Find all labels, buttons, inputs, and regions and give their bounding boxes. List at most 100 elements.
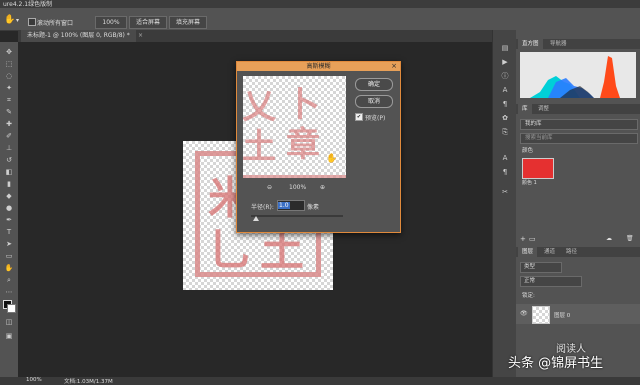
library-search[interactable]: 搜索当前库 xyxy=(520,133,638,144)
seal-char: 土 xyxy=(243,127,276,167)
background-color-swatch[interactable] xyxy=(7,304,16,313)
close-icon[interactable]: × xyxy=(390,62,398,71)
stamp-tool-icon[interactable]: ⊥ xyxy=(4,144,14,152)
lasso-tool-icon[interactable]: ◌ xyxy=(4,72,14,80)
move-tool-icon[interactable]: ✥ xyxy=(4,48,14,56)
tab-channels[interactable]: 通道 xyxy=(540,247,559,257)
tab-layers[interactable]: 图层 xyxy=(518,247,538,257)
paragraph-icon[interactable]: ¶ xyxy=(500,100,510,108)
marquee-tool-icon[interactable]: ⬚ xyxy=(4,60,14,68)
more-tools-icon[interactable]: ⋯ xyxy=(4,288,14,296)
character-icon[interactable]: A xyxy=(500,86,510,94)
layer-thumbnail xyxy=(532,306,550,324)
hand-cursor-icon: ✋ xyxy=(326,154,338,164)
cloud-icon[interactable]: ☁ xyxy=(606,235,612,242)
delete-icon[interactable]: 🗑 xyxy=(626,235,634,242)
right-panels: 直方图 导航器 库 调整 我的库 搜索当前库 颜色 颜色 1 + ▭ ☁ 🗑 图… xyxy=(516,30,640,377)
chevron-down-icon[interactable]: ▾ xyxy=(16,17,19,24)
document-tab[interactable]: 未标题-1 @ 100% (图层 0, RGB/8) * xyxy=(21,30,136,42)
dialog-title: 高斯模糊 xyxy=(237,62,400,71)
layer-name: 图层 0 xyxy=(554,313,571,319)
add-library-icon[interactable]: + xyxy=(520,235,526,243)
status-bar: 100% 文档:1.03M/1.37M xyxy=(0,377,640,385)
tab-navigator[interactable]: 导航器 xyxy=(546,39,571,49)
tab-libraries[interactable]: 库 xyxy=(518,104,532,114)
radius-input[interactable]: 1.0 xyxy=(277,200,305,211)
gaussian-blur-dialog: 高斯模糊 × 乂 卜 土 章 ✋ 确定 取消 ✔ 预览(P) ⊖ 100% ⊕ … xyxy=(236,61,401,233)
play-icon[interactable]: ▶ xyxy=(500,58,510,66)
gradient-tool-icon[interactable]: ▮ xyxy=(4,180,14,188)
doc-info: 文档:1.03M/1.37M xyxy=(64,379,113,385)
options-bar: ✋ ▾ 滚动所有窗口 100% 适合屏幕 填充屏幕 xyxy=(0,8,640,31)
history-icon[interactable]: ▤ xyxy=(500,44,510,52)
path-select-icon[interactable]: ➤ xyxy=(4,240,14,248)
histogram-red xyxy=(600,56,620,98)
watermark-sub: 阅读人 xyxy=(556,344,586,355)
status-zoom: 100% xyxy=(26,377,42,383)
character-icon[interactable]: A xyxy=(500,154,510,162)
dodge-tool-icon[interactable]: ● xyxy=(4,204,14,212)
zoom-100-button[interactable]: 100% xyxy=(95,16,127,29)
hand-tool-icon[interactable]: ✋ xyxy=(4,264,14,272)
library-tabs: 库 调整 xyxy=(516,104,640,114)
healing-brush-icon[interactable]: ✚ xyxy=(4,120,14,128)
fit-screen-button[interactable]: 适合屏幕 xyxy=(129,16,167,29)
zoom-out-icon[interactable]: ⊖ xyxy=(267,184,272,191)
zoom-tool-icon[interactable]: ⌕ xyxy=(4,276,14,284)
blend-mode-select[interactable]: 正常 xyxy=(520,276,582,287)
blur-tool-icon[interactable]: ◆ xyxy=(4,192,14,200)
folder-icon[interactable]: ▭ xyxy=(529,235,536,243)
preview-label: 预览(P) xyxy=(365,115,386,122)
magic-wand-icon[interactable]: ✦ xyxy=(4,84,14,92)
type-tool-icon[interactable]: T xyxy=(4,228,14,236)
layer-filter-select[interactable]: 类型 xyxy=(520,262,562,273)
histogram-tabs: 直方图 导航器 xyxy=(516,39,640,49)
app-title: ure4.2.1绿色版制 xyxy=(3,1,53,8)
ok-button[interactable]: 确定 xyxy=(355,78,393,91)
eye-icon[interactable]: 👁 xyxy=(520,310,528,317)
brush-settings-icon[interactable]: ✿ xyxy=(500,114,510,122)
fill-screen-button[interactable]: 填充屏幕 xyxy=(169,16,207,29)
eyedropper-icon[interactable]: ✎ xyxy=(4,108,14,116)
radius-slider-thumb[interactable] xyxy=(252,216,259,221)
close-tab-icon[interactable]: × xyxy=(138,32,143,39)
paragraph-icon[interactable]: ¶ xyxy=(500,168,510,176)
tab-histogram[interactable]: 直方图 xyxy=(518,39,543,49)
title-bar: ure4.2.1绿色版制 xyxy=(0,0,640,8)
tab-paths[interactable]: 路径 xyxy=(562,247,581,257)
shape-tool-icon[interactable]: ▭ xyxy=(4,252,14,260)
color-group-label: 颜色 xyxy=(522,148,534,154)
layers-tabs: 图层 通道 路径 xyxy=(516,247,640,257)
crop-tool-icon[interactable]: ⌗ xyxy=(4,96,14,104)
histogram-graph xyxy=(520,52,636,98)
scroll-all-checkbox[interactable] xyxy=(28,18,36,26)
preview-zoom: 100% xyxy=(289,184,307,191)
cancel-button[interactable]: 取消 xyxy=(355,95,393,108)
hand-tool-icon[interactable]: ✋ xyxy=(4,15,15,25)
histogram-svg xyxy=(530,56,620,98)
clone-source-icon[interactable]: ⎘ xyxy=(500,128,510,136)
tab-adjustments[interactable]: 调整 xyxy=(534,104,553,114)
screen-mode-icon[interactable]: ▣ xyxy=(4,332,14,340)
pen-tool-icon[interactable]: ✒ xyxy=(4,216,14,224)
library-select[interactable]: 我的库 xyxy=(520,119,638,130)
zoom-in-icon[interactable]: ⊕ xyxy=(320,184,325,191)
tools-presets-icon[interactable]: ✂ xyxy=(500,188,510,196)
preview-checkbox[interactable]: ✔ xyxy=(355,113,363,121)
panel-icon-strip: ▤ ▶ ⓘ A ¶ ✿ ⎘ A ¶ ✂ xyxy=(492,30,517,377)
quick-mask-icon[interactable]: ◫ xyxy=(4,318,14,326)
tools-panel: ✥ ⬚ ◌ ✦ ⌗ ✎ ✚ ✐ ⊥ ↺ ◧ ▮ ◆ ● ✒ T ➤ ▭ ✋ ⌕ … xyxy=(0,42,18,377)
blur-preview[interactable]: 乂 卜 土 章 ✋ xyxy=(243,76,346,178)
brush-tool-icon[interactable]: ✐ xyxy=(4,132,14,140)
radius-slider-track[interactable] xyxy=(251,215,343,221)
layer-row[interactable]: 👁 图层 0 xyxy=(516,304,640,324)
swatch-label: 颜色 1 xyxy=(522,180,537,186)
radius-label: 半径(R): xyxy=(251,204,274,211)
unit-label: 像素 xyxy=(307,204,320,211)
color-swatch[interactable] xyxy=(522,158,554,179)
history-brush-icon[interactable]: ↺ xyxy=(4,156,14,164)
eraser-tool-icon[interactable]: ◧ xyxy=(4,168,14,176)
info-icon[interactable]: ⓘ xyxy=(500,72,510,80)
lock-label: 锁定: xyxy=(522,293,535,299)
scroll-all-label: 滚动所有窗口 xyxy=(37,20,74,27)
